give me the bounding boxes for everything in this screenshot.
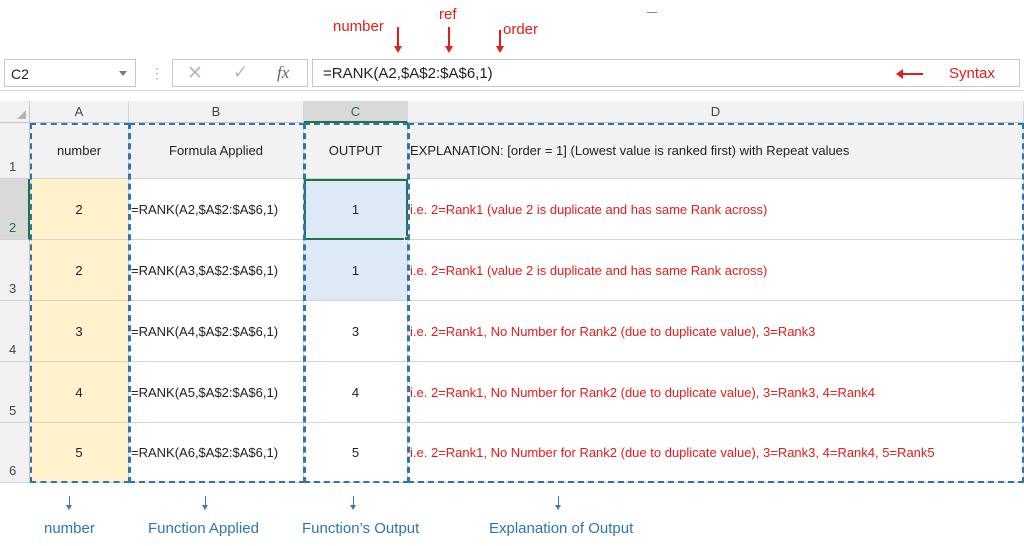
- cell-c1[interactable]: OUTPUT: [304, 123, 408, 179]
- cell-b6[interactable]: =RANK(A6,$A$2:$A$6,1): [129, 423, 304, 483]
- label-function-output: Function’s Output: [302, 520, 420, 537]
- decorative-dash: [647, 12, 657, 13]
- select-all-corner[interactable]: [0, 101, 30, 123]
- column-header-d[interactable]: D: [408, 101, 1024, 123]
- row-header-4[interactable]: 4: [0, 301, 30, 362]
- cell-d1[interactable]: EXPLANATION: [order = 1] (Lowest value i…: [408, 123, 1024, 179]
- column-header-a[interactable]: A: [30, 101, 129, 123]
- drag-handle-icon[interactable]: ⋮: [150, 65, 164, 82]
- annotation-ref-arrow-line: [448, 27, 450, 47]
- column-header-c[interactable]: C: [304, 101, 408, 123]
- row-number: 3: [9, 281, 17, 296]
- label-number: number: [44, 520, 95, 537]
- cancel-icon[interactable]: ✕: [187, 62, 203, 85]
- row-number: 2: [9, 220, 17, 235]
- annotation-order-arrow-line: [499, 30, 501, 47]
- label-function-applied: Function Applied: [148, 520, 259, 537]
- cell-a4[interactable]: 3: [30, 301, 129, 362]
- annotation-number-arrow-line: [397, 27, 399, 47]
- row-header-5[interactable]: 5: [0, 362, 30, 423]
- formula-bar: C2 ⋮ ✕ ✓ fx =RANK(A2,$A$2:$A$6,1) Syntax: [0, 55, 1024, 91]
- row-header-1[interactable]: 1: [0, 123, 30, 179]
- column-header-b[interactable]: B: [129, 101, 304, 123]
- formula-buttons: ✕ ✓ fx: [172, 59, 308, 87]
- formula-input[interactable]: =RANK(A2,$A$2:$A$6,1) Syntax: [312, 59, 1020, 87]
- row-header-2[interactable]: 2: [0, 179, 30, 240]
- cell-d4[interactable]: i.e. 2=Rank1, No Number for Rank2 (due t…: [408, 301, 1024, 362]
- cell-c4[interactable]: 3: [304, 301, 408, 362]
- name-box-value: C2: [11, 66, 29, 82]
- row-number: 4: [9, 342, 17, 357]
- explanation-arrow-head: [555, 505, 561, 510]
- row-header-6[interactable]: 6: [0, 423, 30, 483]
- cell-a5[interactable]: 4: [30, 362, 129, 423]
- label-explanation: Explanation of Output: [489, 520, 634, 537]
- formula-text: =RANK(A2,$A$2:$A$6,1): [323, 65, 493, 82]
- cell-d6[interactable]: i.e. 2=Rank1, No Number for Rank2 (due t…: [408, 423, 1024, 483]
- check-icon[interactable]: ✓: [233, 62, 248, 83]
- annotation-syntax: Syntax: [949, 65, 995, 82]
- select-all-icon: [17, 110, 26, 119]
- cell-d2[interactable]: i.e. 2=Rank1 (value 2 is duplicate and h…: [408, 179, 1024, 240]
- row-number: 6: [9, 463, 17, 478]
- chevron-down-icon[interactable]: [119, 71, 127, 76]
- cell-d3[interactable]: i.e. 2=Rank1 (value 2 is duplicate and h…: [408, 240, 1024, 301]
- annotation-number: number: [333, 18, 384, 35]
- cell-b1[interactable]: Formula Applied: [129, 123, 304, 179]
- row-number: 1: [9, 159, 17, 174]
- cell-b2[interactable]: =RANK(A2,$A$2:$A$6,1): [129, 179, 304, 240]
- annotation-order: order: [503, 21, 539, 38]
- cell-d5[interactable]: i.e. 2=Rank1, No Number for Rank2 (due t…: [408, 362, 1024, 423]
- row-header-3[interactable]: 3: [0, 240, 30, 301]
- syntax-arrow-line: [901, 73, 923, 75]
- fill-handle[interactable]: [404, 236, 409, 241]
- annotation-ref-arrow-head: [445, 46, 453, 53]
- cell-b3[interactable]: =RANK(A3,$A$2:$A$6,1): [129, 240, 304, 301]
- annotation-ref: ref: [439, 6, 457, 23]
- cell-c5[interactable]: 4: [304, 362, 408, 423]
- cell-a2[interactable]: 2: [30, 179, 129, 240]
- cell-a3[interactable]: 2: [30, 240, 129, 301]
- cell-b5[interactable]: =RANK(A5,$A$2:$A$6,1): [129, 362, 304, 423]
- cell-b4[interactable]: =RANK(A4,$A$2:$A$6,1): [129, 301, 304, 362]
- cell-a6[interactable]: 5: [30, 423, 129, 483]
- number-label-arrow-head: [66, 505, 72, 510]
- annotation-order-arrow-head: [496, 46, 504, 53]
- cell-c2-active[interactable]: 1: [304, 179, 408, 240]
- row-number: 5: [9, 403, 17, 418]
- cell-a1[interactable]: number: [30, 123, 129, 179]
- function-applied-arrow-head: [202, 505, 208, 510]
- cell-c6[interactable]: 5: [304, 423, 408, 483]
- annotation-number-arrow-head: [394, 46, 402, 53]
- cell-c3[interactable]: 1: [304, 240, 408, 301]
- insert-function-icon[interactable]: fx: [277, 63, 289, 83]
- name-box[interactable]: C2: [4, 59, 136, 87]
- function-output-arrow-head: [350, 505, 356, 510]
